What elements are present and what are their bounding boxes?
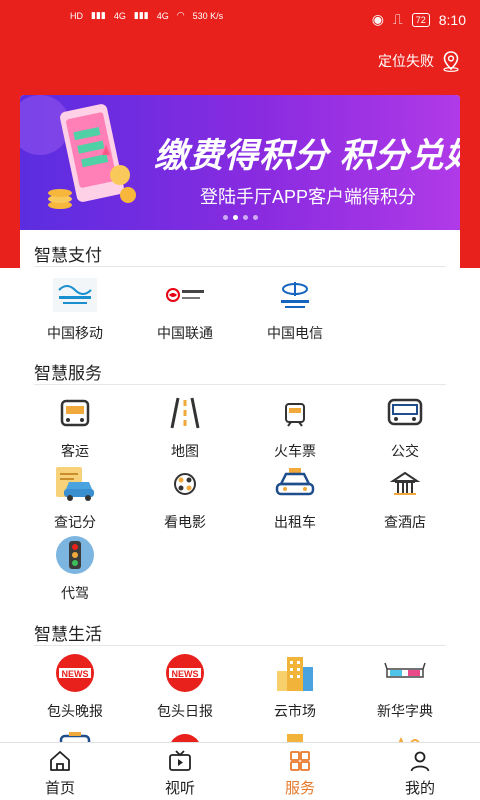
- grid-item-label: 查记分: [54, 514, 96, 530]
- taxi-icon: [275, 468, 315, 496]
- grid-item-baotou-evening-news[interactable]: NEWS 包头晚报: [20, 653, 130, 721]
- banner-title: 缴费得积分 积分兑好礼: [154, 137, 460, 175]
- china-mobile-logo: [53, 278, 97, 312]
- divider: [34, 266, 446, 267]
- location-pin-icon: [443, 51, 459, 72]
- road-icon: [170, 397, 200, 429]
- china-telecom-logo: [281, 282, 309, 308]
- china-unicom-logo: [166, 288, 204, 302]
- grid-item-label: 公交: [391, 443, 419, 459]
- svg-text:NEWS: NEWS: [172, 669, 199, 679]
- location-button[interactable]: 定位失败: [378, 50, 462, 72]
- grid-item-city-bus[interactable]: 公交: [350, 393, 460, 461]
- grid-item-label: 地图: [171, 443, 199, 459]
- tv-icon: [169, 750, 191, 771]
- wifi-icon: ◠: [176, 10, 185, 20]
- banner-subtitle: 登陆手厅APP客户端得积分: [200, 187, 417, 207]
- city-bus-icon: [387, 398, 423, 426]
- grid-item-label: 代驾: [61, 585, 89, 601]
- grid-item-label: 新华字典: [377, 703, 433, 719]
- grid-item-label: 包头晚报: [47, 703, 103, 719]
- pagination-dot[interactable]: [252, 215, 258, 220]
- network-label-2: 4G: [156, 10, 169, 21]
- promo-banner[interactable]: 缴费得积分 积分兑好礼 登陆手厅APP客户端得积分: [20, 95, 460, 230]
- signal-icon: ▮▮▮: [91, 10, 106, 20]
- grid-item-label: 中国电信: [267, 325, 323, 341]
- grid-item-china-telecom[interactable]: 中国电信: [240, 275, 350, 343]
- grid-item-label: 火车票: [274, 443, 316, 459]
- section-title-services: 智慧服务: [34, 364, 102, 383]
- grid-item-passenger-transport[interactable]: 客运: [20, 393, 130, 461]
- section-title-life: 智慧生活: [34, 625, 102, 644]
- traffic-light-icon: [56, 536, 94, 574]
- grid-item-map[interactable]: 地图: [130, 393, 240, 461]
- grid-item-label: 中国联通: [157, 325, 213, 341]
- tab-label: 我的: [404, 780, 435, 797]
- news-icon: NEWS: [56, 654, 94, 692]
- tab-home[interactable]: 首页: [0, 749, 120, 798]
- grid-item-driving-points[interactable]: 查记分: [20, 464, 130, 532]
- grid-item-designated-driver[interactable]: 代驾: [20, 535, 130, 603]
- phone-illustration-icon: [20, 95, 136, 209]
- tab-services[interactable]: 服务: [240, 749, 360, 798]
- 3d-glasses-icon: [384, 662, 426, 678]
- grid-item-cloud-market[interactable]: 云市场: [240, 653, 350, 721]
- bus-front-icon: [60, 399, 90, 427]
- tab-label: 服务: [284, 780, 315, 797]
- user-icon: [410, 751, 430, 772]
- eye-icon: ◉: [371, 11, 384, 27]
- hotel-icon: [389, 471, 421, 495]
- battery-indicator: 72: [411, 12, 430, 27]
- section-title-payment: 智慧支付: [34, 246, 102, 265]
- divider: [34, 645, 446, 646]
- film-reel-icon: [174, 473, 196, 495]
- grid-item-hotel[interactable]: 查酒店: [350, 464, 460, 532]
- clock: 8:10: [438, 11, 466, 28]
- grid-item-movies[interactable]: 看电影: [130, 464, 240, 532]
- vibrate-icon: ⎍: [392, 11, 403, 27]
- grid-item-taxi[interactable]: 出租车: [240, 464, 350, 532]
- grid-item-label: 出租车: [274, 514, 316, 530]
- main-card: 缴费得积分 积分兑好礼 登陆手厅APP客户端得积分 智慧支付 中国移动: [20, 95, 460, 755]
- buildings-icon: [277, 657, 313, 691]
- pagination-dot[interactable]: [222, 215, 228, 220]
- tab-media[interactable]: 视听: [120, 749, 240, 798]
- grid-item-label: 云市场: [274, 703, 316, 719]
- status-left: HD ▮▮▮ 4G ▮▮▮ 4G ◠ 530 K/s: [70, 10, 223, 21]
- location-label: 定位失败: [378, 53, 434, 69]
- news-icon: NEWS: [166, 654, 204, 692]
- grid-item-china-mobile[interactable]: 中国移动: [20, 275, 130, 343]
- divider: [34, 384, 446, 385]
- svg-text:NEWS: NEWS: [62, 669, 89, 679]
- grid-icon: [290, 751, 310, 771]
- status-right: ◉ ⎍ 72 8:10: [372, 11, 466, 28]
- tab-label: 首页: [44, 780, 75, 797]
- grid-item-label: 客运: [61, 443, 89, 459]
- pagination-dot[interactable]: [242, 215, 248, 220]
- tab-label: 视听: [164, 780, 195, 797]
- grid-item-baotou-daily[interactable]: NEWS 包头日报: [130, 653, 240, 721]
- hd-badge: HD: [70, 10, 83, 21]
- network-label: 4G: [113, 10, 126, 21]
- signal-icon-2: ▮▮▮: [133, 10, 149, 20]
- grid-item-label: 中国移动: [47, 325, 103, 341]
- banner-pagination: [20, 215, 460, 220]
- train-icon: [285, 403, 305, 427]
- grid-item-train-ticket[interactable]: 火车票: [240, 393, 350, 461]
- pagination-dot-active[interactable]: [232, 215, 238, 220]
- status-bar: HD ▮▮▮ 4G ▮▮▮ 4G ◠ 530 K/s ◉ ⎍ 72 8:10: [0, 0, 480, 40]
- grid-item-china-unicom[interactable]: 中国联通: [130, 275, 240, 343]
- speed-label: 530 K/s: [192, 10, 224, 21]
- home-icon: [50, 751, 70, 771]
- grid-item-label: 查酒店: [384, 514, 426, 530]
- grid-item-label: 包头日报: [157, 703, 213, 719]
- tab-profile[interactable]: 我的: [360, 749, 480, 798]
- bottom-tab-bar: 首页 视听 服务 我的: [0, 742, 480, 800]
- car-check-icon: [56, 467, 94, 501]
- grid-item-label: 看电影: [164, 514, 206, 530]
- grid-item-xinhua-dictionary[interactable]: 新华字典: [350, 653, 460, 721]
